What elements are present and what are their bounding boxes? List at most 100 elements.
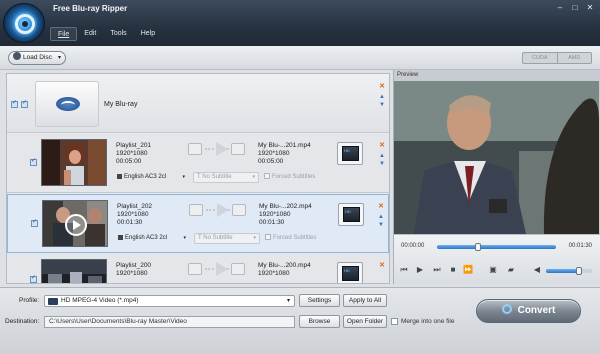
convert-icon [501, 304, 512, 315]
volume-slider[interactable] [546, 267, 592, 275]
menu-file[interactable]: File [50, 27, 78, 41]
track-info: Playlist_200 1920*1080 [116, 262, 151, 278]
amd-button[interactable]: AMD [558, 53, 592, 63]
track-row[interactable]: Playlist_201 1920*1080 00:05:00 My Blu-.… [7, 134, 389, 193]
total-time: 00:01:30 [568, 243, 592, 249]
target-format-box [231, 143, 245, 155]
destination-field[interactable]: C:\Users\User\Documents\Blu-ray Master\V… [44, 316, 295, 328]
step-forward-icon[interactable]: ⏩ [463, 265, 473, 275]
move-up-icon[interactable]: ▲ [377, 213, 385, 221]
track-name: Playlist_200 [116, 262, 152, 269]
apply-to-all-button[interactable]: Apply to All [343, 294, 387, 307]
output-format-button[interactable] [338, 203, 364, 226]
track-checkbox[interactable] [31, 218, 38, 227]
subtitle-select[interactable]: T No Subtitle ▾ [194, 233, 260, 244]
seek-handle[interactable] [475, 243, 481, 251]
remove-icon[interactable]: ✕ [378, 83, 386, 91]
profile-label: Profile: [19, 297, 40, 304]
preview-video[interactable] [394, 81, 599, 234]
disc-thumbnail [35, 81, 99, 127]
merge-checkbox[interactable]: Merge into one file [391, 318, 454, 325]
conversion-arrow [188, 262, 246, 277]
move-up-icon[interactable]: ▲ [378, 152, 386, 160]
audio-track-select[interactable]: English AC3 2cl ▾ [118, 233, 186, 244]
settings-button[interactable]: Settings [299, 294, 340, 307]
current-time: 00:00:00 [401, 243, 425, 249]
output-format-button[interactable] [337, 142, 363, 165]
remove-icon[interactable]: ✕ [378, 142, 386, 150]
folder-icon[interactable]: ▰ [506, 265, 516, 275]
playback-controls: 00:00:00 00:01:30 ⏮ ▶ ⏭ ■ ⏩ ▣ ▰ ◀ [394, 234, 600, 284]
hd-video-icon [342, 266, 359, 281]
chevron-down-icon[interactable]: ▾ [58, 52, 61, 64]
track-row[interactable]: Playlist_200 1920*1080 My Blu-...200.mp4… [7, 254, 389, 283]
track-resolution: 1920*1080 [116, 150, 148, 157]
track-thumbnail [41, 259, 107, 283]
move-up-icon[interactable]: ▲ [378, 93, 386, 101]
speaker-icon [117, 173, 122, 179]
move-down-icon[interactable]: ▼ [378, 101, 386, 109]
menu-tools[interactable]: Tools [103, 27, 133, 41]
bottom-bar: Profile: HD MPEG-4 Video (*.mp4) ▾ Settin… [0, 287, 600, 354]
output-resolution: 1920*1080 [259, 211, 291, 218]
volume-handle[interactable] [576, 267, 582, 275]
chevron-down-icon: ▾ [253, 235, 256, 241]
subtitle-value: No Subtitle [202, 174, 232, 180]
previous-icon[interactable]: ⏮ [399, 265, 409, 275]
audio-track-select[interactable]: English AC3 2cl ▾ [117, 172, 185, 183]
app-window: Free Blu-ray Ripper File Edit Tools Help… [0, 0, 600, 354]
target-format-box [231, 263, 245, 275]
select-all-checkbox[interactable] [21, 99, 28, 108]
remove-icon[interactable]: ✕ [378, 262, 386, 270]
play-icon[interactable]: ▶ [415, 265, 425, 275]
close-icon[interactable]: ✕ [584, 3, 596, 13]
source-format-box [188, 263, 202, 275]
cuda-button[interactable]: CUDA [523, 53, 558, 63]
track-checkbox[interactable] [30, 157, 37, 166]
disc-label: My Blu-ray [104, 101, 138, 108]
browse-button[interactable]: Browse [299, 315, 340, 328]
seek-bar[interactable] [437, 243, 556, 251]
hd-video-icon [342, 146, 359, 161]
next-icon[interactable]: ⏭ [432, 265, 442, 275]
acceleration-toggle[interactable]: CUDA AMD [522, 52, 592, 64]
stop-icon[interactable]: ■ [448, 265, 458, 275]
hd-video-icon [343, 207, 360, 222]
expand-checkbox[interactable] [11, 99, 18, 108]
output-name: My Blu-...201.mp4 [258, 142, 311, 149]
load-disc-label: Load Disc [23, 54, 52, 61]
track-name: Playlist_202 [117, 203, 153, 210]
source-format-box [189, 204, 203, 216]
forced-subtitles-checkbox[interactable]: Forced Subtitles [265, 233, 316, 244]
snapshot-icon[interactable]: ▣ [488, 265, 498, 275]
output-name: My Blu-...202.mp4 [259, 203, 312, 210]
track-resolution: 1920*1080 [117, 211, 149, 218]
minimize-icon[interactable]: – [554, 3, 566, 13]
output-duration: 00:01:30 [259, 219, 285, 226]
profile-select[interactable]: HD MPEG-4 Video (*.mp4) ▾ [44, 295, 295, 307]
track-checkbox[interactable] [30, 274, 37, 283]
forced-subtitles-checkbox[interactable]: Forced Subtitles [264, 172, 315, 183]
move-down-icon[interactable]: ▼ [377, 221, 385, 229]
move-down-icon[interactable]: ▼ [378, 160, 386, 168]
window-controls: – □ ✕ [554, 3, 596, 13]
disc-row[interactable]: My Blu-ray ✕ ▲ ▼ [7, 74, 389, 133]
maximize-icon[interactable]: □ [569, 3, 581, 13]
track-thumbnail [41, 139, 107, 186]
chevron-down-icon: ▾ [252, 174, 255, 180]
output-info: My Blu-...202.mp4 1920*1080 00:01:30 [259, 203, 312, 227]
chevron-down-icon: ▾ [182, 174, 185, 180]
track-row[interactable]: Playlist_202 1920*1080 00:01:30 My Blu-.… [7, 194, 389, 253]
load-disc-button[interactable]: Load Disc ▾ [8, 51, 66, 65]
menu-help[interactable]: Help [134, 27, 162, 41]
track-info: Playlist_201 1920*1080 00:05:00 [116, 142, 151, 166]
profile-value: HD MPEG-4 Video (*.mp4) [61, 297, 139, 304]
menu-edit[interactable]: Edit [77, 27, 103, 41]
subtitle-select[interactable]: T No Subtitle ▾ [193, 172, 259, 183]
output-format-button[interactable] [337, 262, 363, 283]
track-info: Playlist_202 1920*1080 00:01:30 [117, 203, 152, 227]
volume-icon[interactable]: ◀ [532, 265, 542, 275]
open-folder-button[interactable]: Open Folder [343, 315, 387, 328]
remove-icon[interactable]: ✕ [377, 203, 385, 211]
convert-button[interactable]: Convert [476, 299, 581, 323]
